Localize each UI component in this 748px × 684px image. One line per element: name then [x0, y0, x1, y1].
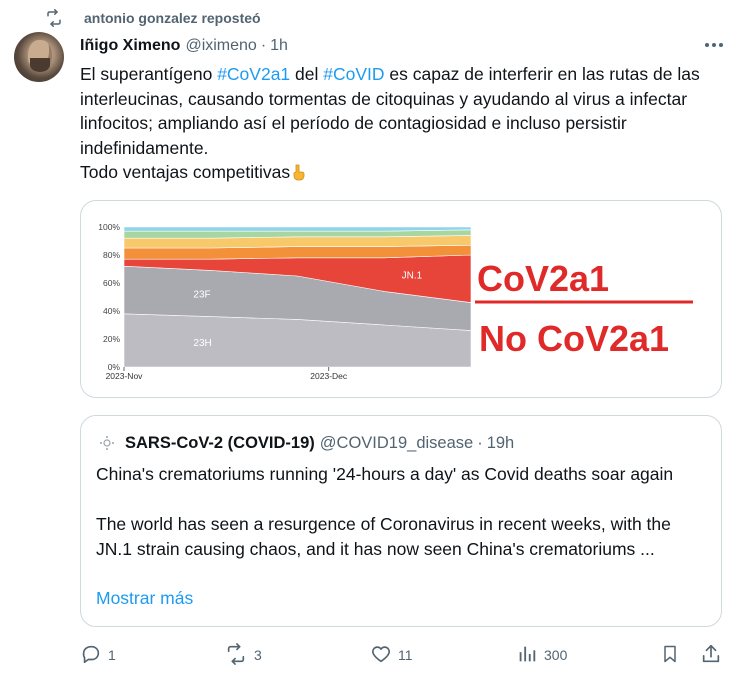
quote-header: SARS-CoV-2 (COVID-19) @COVID19_disease ·…: [97, 433, 514, 453]
tweet-header: Iñigo Ximeno @iximeno · 1h: [80, 35, 728, 57]
like-count: 11: [398, 647, 413, 663]
quote-avatar-icon: [97, 433, 117, 453]
y-tick-label: 40%: [103, 306, 120, 316]
show-more-link[interactable]: Mostrar más: [96, 588, 193, 609]
action-bar: 1 3 11 300: [78, 642, 728, 668]
quoted-tweet[interactable]: SARS-CoV-2 (COVID-19) @COVID19_disease ·…: [80, 415, 722, 627]
heart-icon: [370, 643, 398, 668]
hashtag-link[interactable]: #CoVID: [323, 64, 384, 84]
quote-title: China's crematoriums running '24-hours a…: [96, 464, 674, 484]
share-button[interactable]: [700, 642, 728, 668]
repost-context[interactable]: antonio gonzalez reposteó: [44, 8, 261, 28]
share-icon: [700, 643, 728, 668]
y-tick-label: 100%: [98, 222, 120, 232]
author-name[interactable]: Iñigo Ximeno: [80, 37, 180, 55]
repost-label: antonio gonzalez reposteó: [84, 10, 261, 26]
bookmark-button[interactable]: [660, 642, 686, 668]
quote-time: 19h: [486, 433, 515, 452]
author-avatar[interactable]: [14, 32, 64, 82]
repost-icon: [44, 8, 66, 28]
author-handle[interactable]: @iximeno: [185, 37, 256, 55]
reply-button[interactable]: 1: [80, 642, 116, 668]
quote-body: China's crematoriums running '24-hours a…: [96, 462, 708, 562]
reply-icon: [80, 643, 108, 668]
tweet-text: El superantígeno #CoV2a1 del #CoVID es c…: [80, 62, 730, 185]
cov2a1-label: CoV2a1: [477, 258, 609, 299]
tweet-media[interactable]: 0% 20% 40% 60% 80% 100% 2023-Nov 2023-Dec JN.1 23…: [80, 200, 722, 398]
repost-count: 3: [254, 647, 262, 663]
views-icon: [516, 643, 544, 668]
y-tick-label: 80%: [103, 250, 120, 260]
like-button[interactable]: 11: [370, 642, 413, 668]
series-label: JN.1: [402, 271, 423, 282]
y-tick-label: 20%: [103, 334, 120, 344]
hashtag-link[interactable]: #CoV2a1: [217, 64, 290, 84]
tweet-time[interactable]: 1h: [270, 37, 288, 55]
x-tick-label: 2023-Dec: [310, 371, 348, 381]
variant-chart: 0%20%40%60%80%100%2023-Nov 2023-DecJN.123…: [98, 222, 693, 381]
tweet-text-span: El superantígeno: [80, 64, 218, 84]
quote-author-name: SARS-CoV-2 (COVID-19): [125, 433, 315, 452]
tweet-text-span: del: [290, 64, 324, 84]
quote-separator-dot: ·: [477, 433, 483, 452]
reply-count: 1: [108, 647, 116, 663]
repost-button[interactable]: 3: [224, 642, 262, 668]
series-label: 23H: [193, 338, 211, 349]
x-tick-label: 2023-Nov: [106, 371, 144, 381]
quote-author-handle: @COVID19_disease: [319, 433, 474, 452]
pointing-down-emoji: [290, 163, 308, 181]
more-options-icon[interactable]: [702, 36, 726, 54]
avatar-beard: [30, 58, 50, 72]
views-count: 300: [544, 647, 568, 663]
separator-dot: ·: [260, 37, 267, 54]
repost-action-icon: [224, 642, 254, 668]
series-label: 23F: [193, 290, 210, 301]
y-tick-label: 60%: [103, 278, 120, 288]
quote-text: The world has seen a resurgence of Coron…: [96, 514, 671, 559]
area-series-other-6: [123, 226, 472, 232]
tweet-text-span: Todo ventajas competitivas: [80, 162, 291, 183]
no-cov2a1-label: No CoV2a1: [479, 318, 669, 359]
views-button[interactable]: 300: [516, 642, 567, 668]
bookmark-icon: [660, 643, 686, 668]
